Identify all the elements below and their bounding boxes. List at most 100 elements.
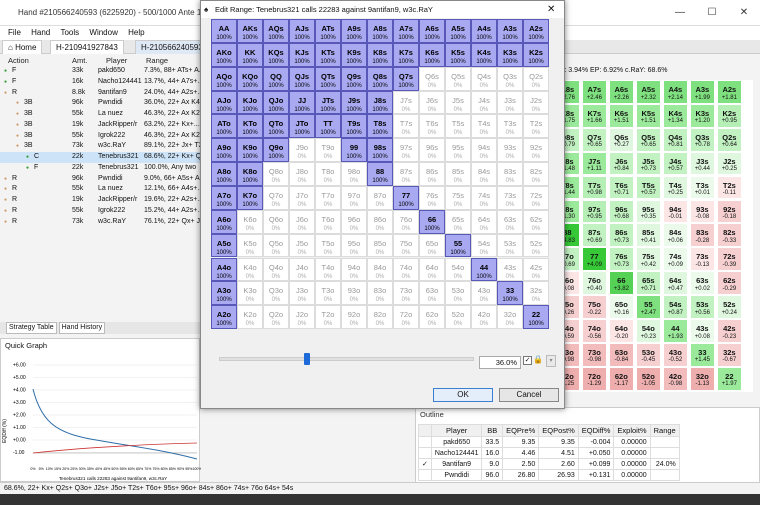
range-cell[interactable]: KTo 100% [237, 114, 263, 139]
equity-cell[interactable]: 54s +0.87 [663, 295, 688, 319]
range-cell[interactable]: T5o 0% [315, 233, 341, 258]
range-cell[interactable]: T6o 0% [315, 209, 341, 234]
equity-cell[interactable]: 86s +0.73 [609, 223, 634, 248]
equity-cell[interactable]: 87s +0.69 [582, 223, 607, 248]
range-cell[interactable]: 95s 0% [445, 138, 471, 163]
range-cell[interactable]: T2o 0% [315, 305, 341, 330]
range-cell[interactable]: 94o 0% [341, 257, 367, 282]
range-cell[interactable]: J7s 0% [393, 90, 419, 115]
range-cell[interactable]: QTs 100% [315, 66, 341, 91]
range-cell[interactable]: 32o 0% [497, 305, 523, 330]
range-cell[interactable]: K6o 0% [237, 209, 263, 234]
range-cell[interactable]: KJo 100% [237, 90, 263, 115]
range-cell[interactable]: 75s 0% [445, 185, 471, 210]
range-cell[interactable]: A6s 100% [419, 19, 445, 43]
equity-cell[interactable]: 94s -0.01 [663, 199, 688, 224]
action-row[interactable]: ● F 22k Tenebrus321 100.0%, Any two [0, 163, 200, 174]
range-cell[interactable]: 54o 0% [445, 257, 471, 282]
equity-cell[interactable]: T4s +0.25 [663, 175, 688, 200]
range-cell[interactable]: 66 100% [419, 209, 445, 234]
range-cell[interactable]: T4s 0% [471, 114, 497, 139]
range-cell[interactable]: A3s 100% [497, 19, 523, 43]
range-cell[interactable]: 75o 0% [393, 233, 419, 258]
equity-cell[interactable]: T6s +0.71 [609, 175, 634, 200]
range-cell[interactable]: K2o 0% [237, 305, 263, 330]
range-cell[interactable]: 76s 0% [419, 185, 445, 210]
equity-cell[interactable]: 73s -0.13 [690, 247, 715, 272]
equity-cell[interactable]: J3s +0.44 [690, 151, 715, 176]
range-cell[interactable]: T3o 0% [315, 281, 341, 306]
range-cell[interactable]: 84o 0% [367, 257, 393, 282]
range-cell[interactable]: 53o 0% [445, 281, 471, 306]
range-cell[interactable]: T5s 0% [445, 114, 471, 139]
range-cell[interactable]: J6o 0% [289, 209, 315, 234]
equity-cell[interactable]: T5s +0.57 [636, 175, 661, 200]
range-cell[interactable]: A9s 100% [341, 19, 367, 43]
tab-strategy-table[interactable]: Strategy Table [6, 322, 57, 334]
range-cell[interactable]: J8s 100% [367, 90, 393, 115]
action-row[interactable]: ● 3B 19k JackRipper/r 63.2%, 22+ Kx+... [0, 120, 200, 131]
outline-row[interactable]: ✓ 9antifan9 9.0 2.50 2.60 +0.099 0.00000 24.0% [418, 458, 680, 470]
range-percent-input[interactable]: 36.0% [479, 356, 521, 369]
range-cell[interactable]: A3o 100% [211, 281, 237, 306]
range-cell[interactable]: KTs 100% [315, 42, 341, 67]
range-cell[interactable]: T3s 0% [497, 114, 523, 139]
range-cell[interactable]: J8o 0% [289, 162, 315, 186]
range-cell[interactable]: 87o 0% [367, 185, 393, 210]
range-cell[interactable]: T6s 0% [419, 114, 445, 139]
range-cell[interactable]: 63s 0% [497, 209, 523, 234]
range-cell[interactable]: 73s 0% [497, 185, 523, 210]
range-cell[interactable]: Q6s 0% [419, 66, 445, 91]
range-cell[interactable]: K7s 100% [393, 42, 419, 67]
equity-cell[interactable]: Q3s +0.78 [690, 127, 715, 152]
equity-cell[interactable]: 93s -0.08 [690, 199, 715, 224]
range-cell[interactable]: QTo 100% [263, 114, 289, 139]
range-cell[interactable]: JTo 100% [289, 114, 315, 139]
range-cell[interactable]: T8s 100% [367, 114, 393, 139]
action-row[interactable]: ● R 55k La nuez 12.1%, 66+ A4s+... [0, 184, 203, 195]
action-row[interactable]: ● F 16k Nacho124441 13.7%, 44+ A7s+... [0, 77, 203, 88]
slider-thumb[interactable] [304, 353, 310, 365]
action-row[interactable]: ● 3B 55k La nuez 46.3%, 22+ Ax K2... [0, 109, 206, 120]
tab-hand-history[interactable]: Hand History [58, 322, 106, 334]
range-cell[interactable]: AA 100% [211, 19, 237, 43]
equity-cell[interactable]: 43s +0.08 [690, 319, 715, 343]
equity-cell[interactable]: 95s +0.35 [636, 199, 661, 224]
range-cell[interactable]: 85s 0% [445, 162, 471, 186]
range-cell[interactable]: AKs 100% [237, 19, 263, 43]
equity-cell[interactable]: 65o +0.16 [609, 295, 634, 319]
menu-window[interactable]: Window [89, 28, 117, 37]
range-cell[interactable]: 65s 0% [445, 209, 471, 234]
equity-cell[interactable]: 72s -0.39 [717, 247, 742, 272]
range-cell[interactable]: J4s 0% [471, 90, 497, 115]
range-cell[interactable]: K3s 100% [497, 42, 523, 67]
equity-cell[interactable]: 74s +0.09 [663, 247, 688, 272]
range-cell[interactable]: KK 100% [237, 42, 263, 67]
range-cell[interactable]: T4o 0% [315, 257, 341, 282]
menu-file[interactable]: File [8, 28, 21, 37]
equity-cell[interactable]: T7s +0.98 [582, 175, 607, 200]
range-cell[interactable]: 82s 0% [523, 162, 549, 186]
range-cell[interactable]: 82o 0% [367, 305, 393, 330]
range-cell[interactable]: Q8s 100% [367, 66, 393, 91]
equity-cell[interactable]: 97s +0.95 [582, 199, 607, 224]
range-cell[interactable]: JJ 100% [289, 90, 315, 115]
range-cell[interactable]: TT 100% [315, 114, 341, 139]
dropdown-icon[interactable]: ▾ [546, 355, 556, 367]
lock-checkbox[interactable]: ✓ [523, 356, 532, 365]
range-cell[interactable]: J4o 0% [289, 257, 315, 282]
equity-cell[interactable]: 73o -0.98 [582, 342, 607, 367]
range-cell[interactable]: 83o 0% [367, 281, 393, 306]
equity-cell[interactable]: 85s +0.41 [636, 223, 661, 248]
range-cell[interactable]: 93s 0% [497, 138, 523, 163]
equity-cell[interactable]: 83s -0.28 [690, 223, 715, 248]
range-cell[interactable]: Q7o 0% [263, 185, 289, 210]
range-cell[interactable]: 95o 0% [341, 233, 367, 258]
equity-cell[interactable]: T3s +0.01 [690, 175, 715, 200]
range-cell[interactable]: A6o 100% [211, 209, 237, 234]
equity-cell[interactable]: 65s +0.71 [636, 271, 661, 295]
range-cell[interactable]: QQ 100% [263, 66, 289, 91]
range-cell[interactable]: JTs 100% [315, 90, 341, 115]
range-cell[interactable]: Q2s 0% [523, 66, 549, 91]
range-cell[interactable]: 86s 0% [419, 162, 445, 186]
